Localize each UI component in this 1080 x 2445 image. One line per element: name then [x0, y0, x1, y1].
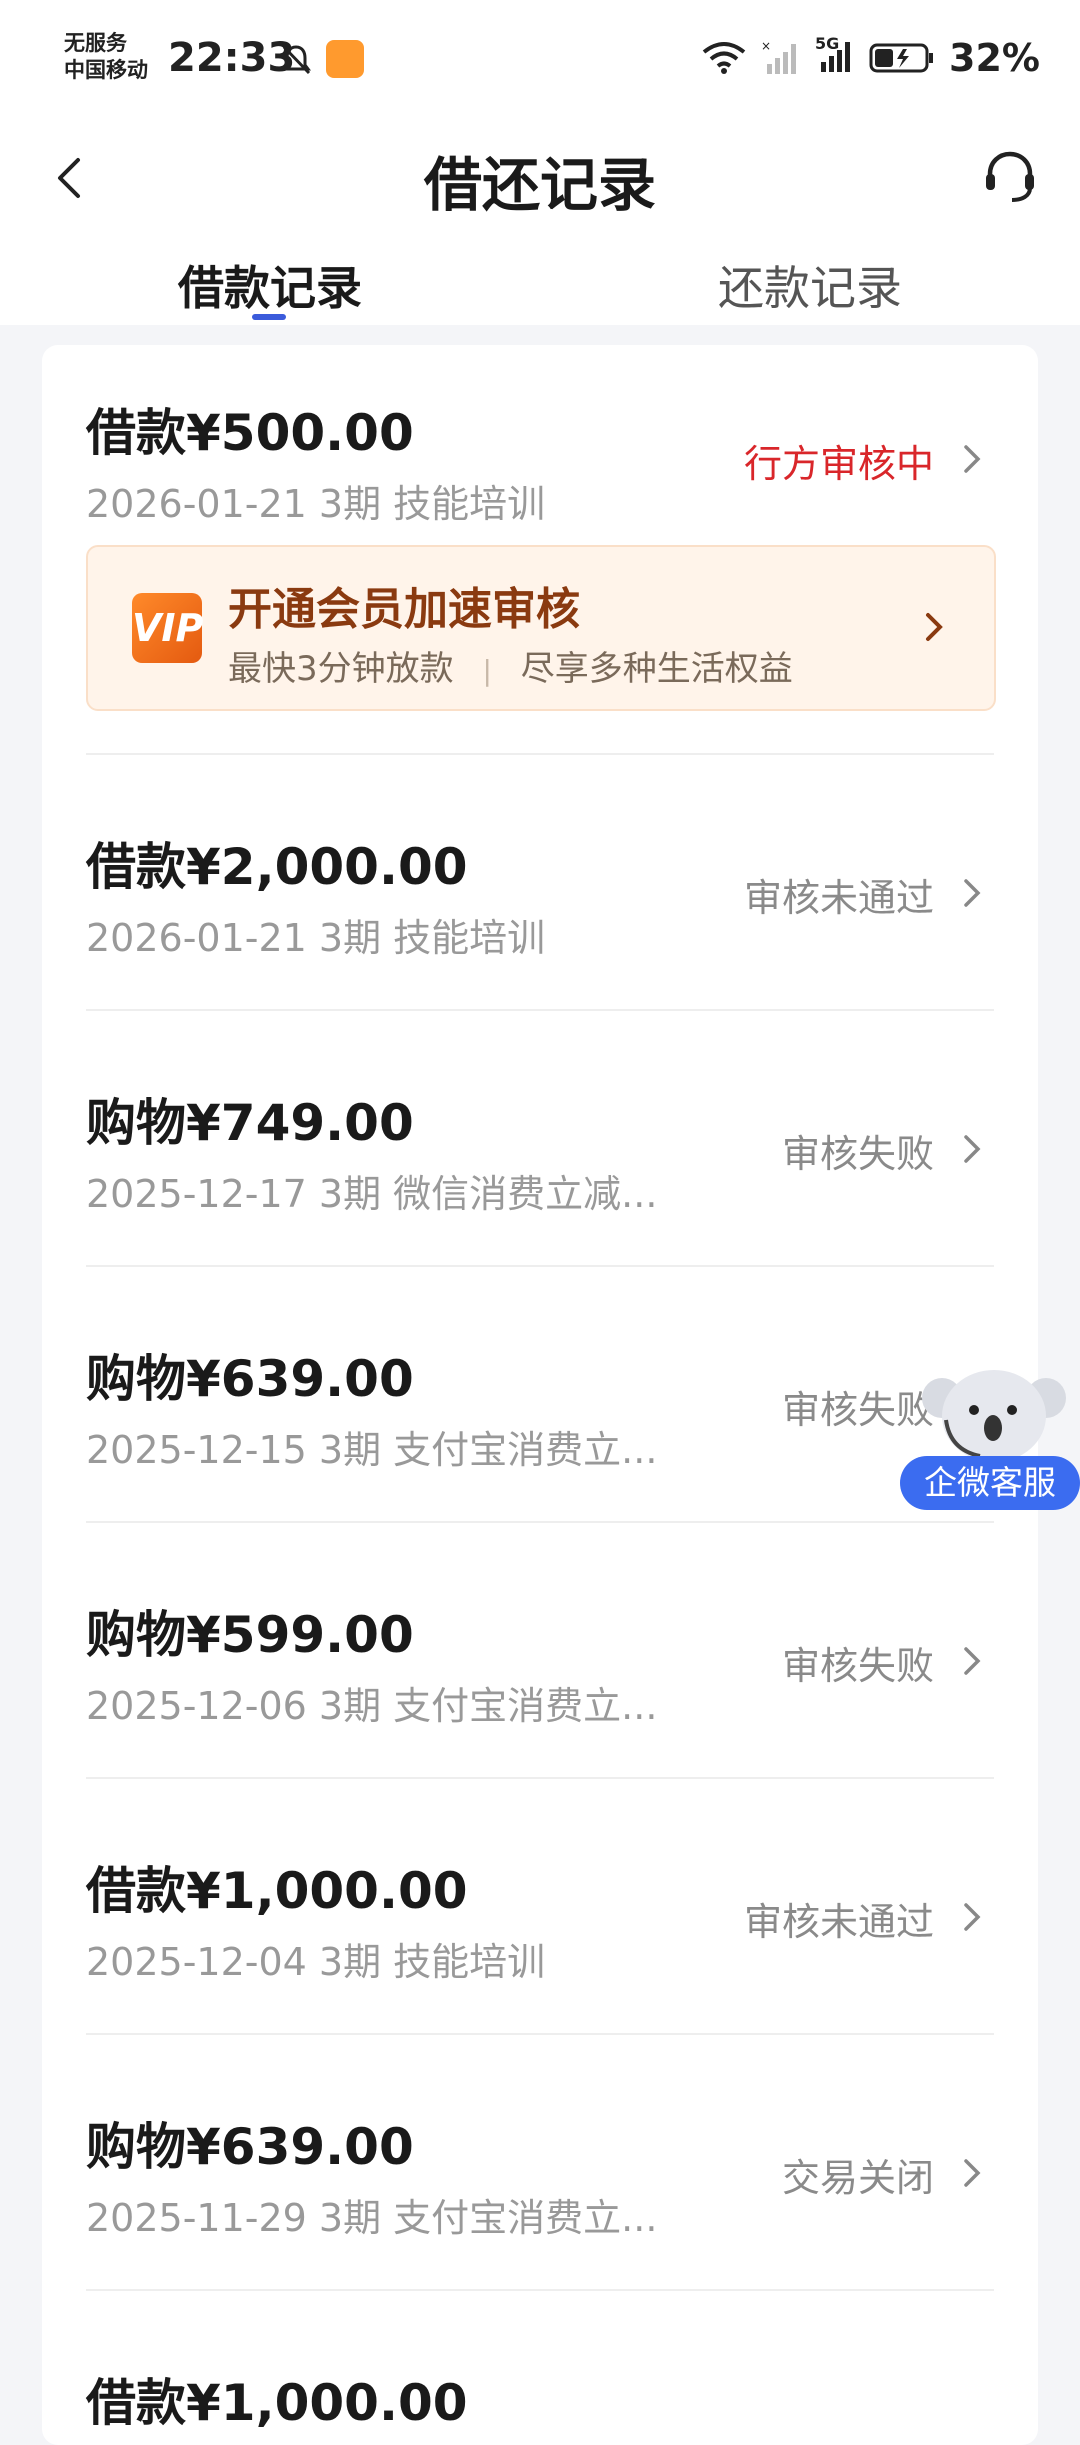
record-detail: 2026-01-21 3期 技能培训 — [86, 482, 546, 526]
koala-mascot-icon — [922, 1370, 1066, 1462]
chevron-right-icon — [964, 2159, 981, 2187]
floating-customer-service[interactable]: 企微客服 — [900, 1360, 1080, 1510]
status-time: 22:33 — [168, 35, 296, 81]
divider — [86, 1009, 994, 1011]
record-item[interactable]: 购物¥639.00 2025-12-15 3期 支付宝消费立... 审核失败 — [86, 1339, 994, 1472]
divider — [86, 2033, 994, 2035]
vip-desc: 最快3分钟放款 | 尽享多种生活权益 — [228, 641, 793, 690]
carrier-line-1: 无服务 — [64, 31, 127, 55]
record-status: 审核失败 — [781, 1132, 934, 1176]
nav-bar: 借还记录 — [0, 120, 1080, 230]
carrier-info: 无服务 中国移动 — [64, 30, 148, 84]
record-status: 审核失败 — [781, 1644, 934, 1688]
battery-icon — [869, 43, 934, 73]
record-detail: 2025-12-06 3期 支付宝消费立... — [86, 1684, 658, 1728]
vip-title: 开通会员加速审核 — [228, 584, 580, 635]
svg-text:×: × — [761, 40, 771, 53]
record-amount: 购物¥639.00 — [86, 1350, 414, 1408]
chevron-right-icon — [964, 1903, 981, 1931]
vip-logo: VIP — [132, 593, 203, 663]
record-amount: 借款¥1,000.00 — [86, 1862, 468, 1920]
vip-desc-a: 最快3分钟放款 — [228, 649, 454, 689]
divider — [86, 1265, 994, 1267]
record-item[interactable]: 借款¥2,000.00 2026-01-21 3期 技能培训 审核未通过 — [86, 827, 994, 960]
chevron-right-icon — [926, 613, 943, 641]
chevron-right-icon — [964, 1647, 981, 1675]
network-type: 5G — [815, 34, 840, 53]
divider — [86, 2289, 994, 2291]
record-item[interactable]: 借款¥1,000.00 — [86, 2363, 994, 2432]
active-tab-indicator — [252, 314, 286, 320]
status-bar: 无服务 中国移动 22:33 × 5G 32% — [0, 0, 1080, 120]
record-status: 交易关闭 — [781, 2156, 934, 2200]
record-amount: 借款¥2,000.00 — [86, 838, 468, 896]
divider — [86, 753, 994, 755]
vip-desc-separator: | — [482, 654, 492, 687]
record-status: 审核未通过 — [743, 1900, 934, 1944]
page-title: 借还记录 — [423, 151, 656, 219]
wifi-icon — [702, 42, 746, 74]
record-amount: 购物¥599.00 — [86, 1606, 414, 1664]
record-status: 行方审核中 — [743, 442, 934, 486]
record-item[interactable]: 借款¥500.00 2026-01-21 3期 技能培训 行方审核中 — [86, 393, 994, 526]
signal-nosim-icon: × — [761, 40, 797, 74]
records-card: 借款¥500.00 2026-01-21 3期 技能培训 行方审核中 VIP 开… — [42, 345, 1038, 2445]
record-detail: 2025-11-29 3期 支付宝消费立... — [86, 2196, 658, 2240]
record-detail: 2025-12-15 3期 支付宝消费立... — [86, 1428, 658, 1472]
battery-percent: 32% — [949, 36, 1040, 80]
vip-promo-banner[interactable]: VIP 开通会员加速审核 最快3分钟放款 | 尽享多种生活权益 — [86, 545, 996, 711]
headset-icon — [986, 151, 1034, 202]
record-detail: 2026-01-21 3期 技能培训 — [86, 916, 546, 960]
chevron-right-icon — [964, 879, 981, 907]
vip-desc-b: 尽享多种生活权益 — [520, 649, 793, 689]
record-detail: 2025-12-04 3期 技能培训 — [86, 1940, 546, 1984]
chevron-right-icon — [964, 1135, 981, 1163]
tab-borrow-records[interactable]: 借款记录 — [178, 252, 362, 318]
record-status: 审核未通过 — [743, 876, 934, 920]
app-notification-icon — [326, 40, 364, 78]
record-detail: 2025-12-17 3期 微信消费立减... — [86, 1172, 658, 1216]
record-amount: 购物¥749.00 — [86, 1094, 414, 1152]
record-item[interactable]: 购物¥599.00 2025-12-06 3期 支付宝消费立... 审核失败 — [86, 1595, 994, 1728]
carrier-line-2: 中国移动 — [64, 58, 148, 82]
record-item[interactable]: 购物¥639.00 2025-11-29 3期 支付宝消费立... 交易关闭 — [86, 2107, 994, 2240]
mute-bell-icon — [278, 42, 314, 82]
chevron-right-icon — [964, 445, 981, 473]
record-item[interactable]: 购物¥749.00 2025-12-17 3期 微信消费立减... 审核失败 — [86, 1083, 994, 1216]
customer-service-label: 企微客服 — [900, 1456, 1080, 1510]
divider — [86, 1777, 994, 1779]
record-amount: 借款¥500.00 — [86, 404, 414, 462]
record-tabs: 借款记录 还款记录 — [0, 230, 1080, 325]
customer-service-button[interactable] — [980, 146, 1040, 210]
record-amount: 购物¥639.00 — [86, 2118, 414, 2176]
record-item[interactable]: 借款¥1,000.00 2025-12-04 3期 技能培训 审核未通过 — [86, 1851, 994, 1984]
record-amount: 借款¥1,000.00 — [86, 2374, 468, 2432]
divider — [86, 1521, 994, 1523]
tab-repay-records[interactable]: 还款记录 — [718, 252, 902, 318]
status-indicators: × 5G 32% — [701, 34, 1040, 80]
